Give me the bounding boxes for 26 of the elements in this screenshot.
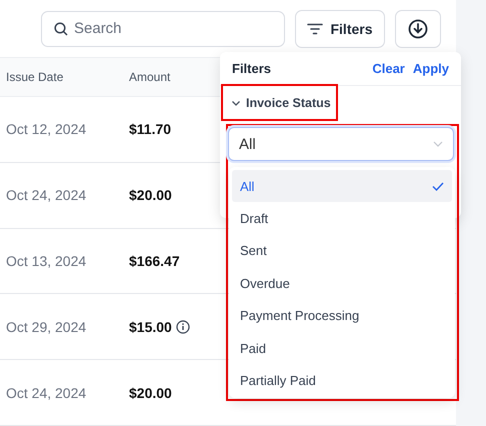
- panel-action-link[interactable]: Apply: [412, 61, 449, 76]
- table-cell: Oct 29, 2024: [6, 318, 86, 335]
- table-cell: Oct 13, 2024: [6, 252, 86, 269]
- filters-button[interactable]: Filters: [295, 10, 385, 48]
- dropdown-option[interactable]: Paid: [232, 332, 452, 364]
- search-field[interactable]: Search: [41, 10, 285, 46]
- table-cell: Oct 12, 2024: [6, 121, 86, 138]
- column-header: Amount: [129, 70, 170, 84]
- dropdown-option[interactable]: Payment Processing: [232, 300, 452, 332]
- panel-action-link[interactable]: Clear: [372, 61, 405, 76]
- panel-title: Filters: [232, 61, 272, 76]
- table-cell: $166.47: [129, 252, 180, 269]
- status-select[interactable]: All: [228, 127, 454, 161]
- table-cell: $15.00: [129, 318, 172, 335]
- dropdown-option[interactable]: Overdue: [232, 267, 452, 300]
- section-toggle[interactable]: Invoice Status: [221, 84, 338, 121]
- column-header: Issue Date: [6, 70, 64, 84]
- dropdown-option[interactable]: Draft: [232, 202, 452, 235]
- table-cell: $11.70: [129, 121, 172, 138]
- dropdown-option[interactable]: Sent: [232, 234, 452, 268]
- table-cell: Oct 24, 2024: [6, 187, 86, 204]
- table-cell: $20.00: [129, 187, 172, 204]
- dropdown-option[interactable]: Partially Paid: [232, 364, 452, 397]
- dropdown-option[interactable]: All: [232, 170, 452, 202]
- table-cell: $20.00: [129, 384, 172, 401]
- table-cell: Oct 24, 2024: [6, 384, 86, 401]
